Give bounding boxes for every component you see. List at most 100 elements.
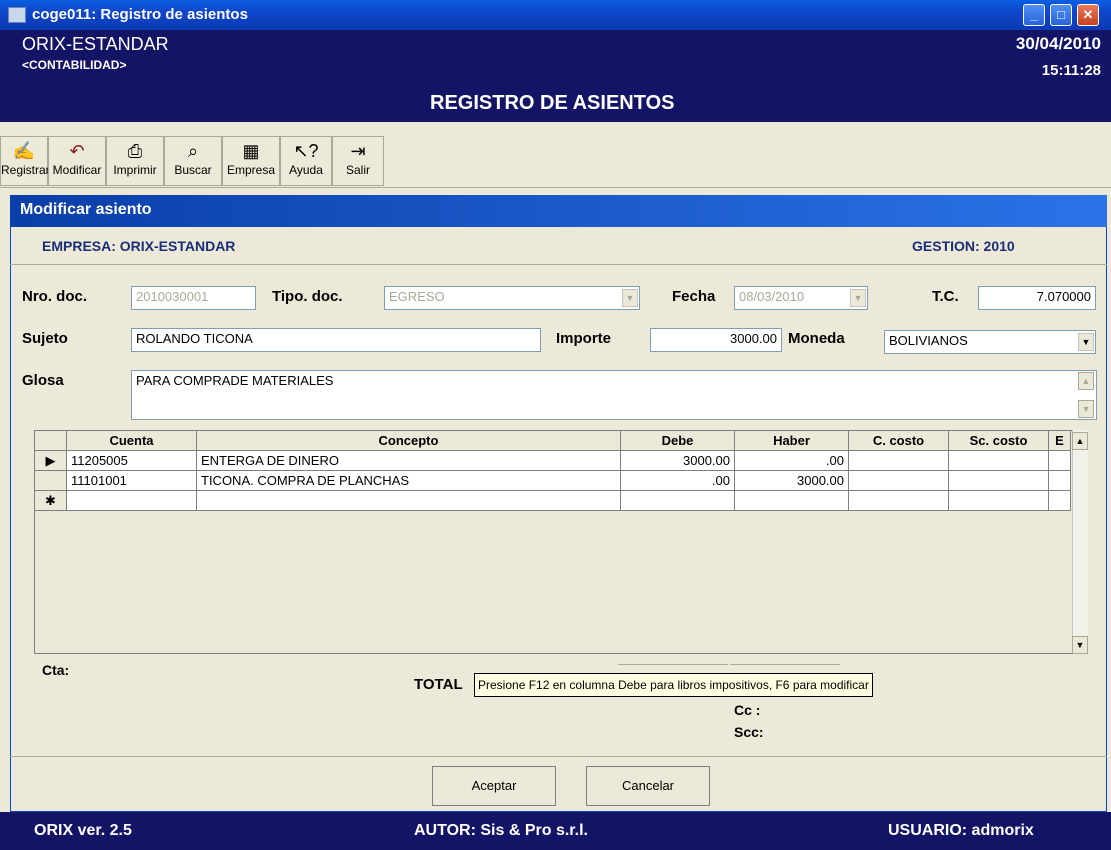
author-text: AUTOR: Sis & Pro s.r.l. bbox=[414, 822, 588, 839]
column-header-haber[interactable]: Haber bbox=[734, 430, 849, 451]
table-row[interactable]: 11101001 TICONA. COMPRA DE PLANCHAS .00 … bbox=[34, 470, 1071, 491]
cell-sccosto[interactable] bbox=[948, 450, 1049, 471]
minimize-button[interactable]: _ bbox=[1023, 4, 1045, 26]
cell-sccosto[interactable] bbox=[948, 490, 1049, 511]
building-icon: ▦ bbox=[242, 141, 260, 161]
cell-concepto[interactable] bbox=[196, 490, 621, 511]
divider bbox=[10, 756, 1107, 757]
row-selector-header bbox=[34, 430, 67, 451]
help-icon: ↖? bbox=[293, 141, 319, 161]
maximize-button[interactable]: □ bbox=[1050, 4, 1072, 26]
table-row[interactable]: ✱ bbox=[34, 490, 1071, 511]
tipo-doc-label: Tipo. doc. bbox=[272, 288, 343, 305]
importe-field[interactable]: 3000.00 bbox=[650, 328, 782, 352]
app-icon bbox=[8, 7, 26, 23]
accept-button[interactable]: Aceptar bbox=[432, 766, 556, 806]
company-name: ORIX-ESTANDAR bbox=[22, 34, 169, 54]
status-bar: ORIX ver. 2.5 AUTOR: Sis & Pro s.r.l. US… bbox=[0, 812, 1111, 850]
gestion-label: GESTION: 2010 bbox=[912, 238, 1015, 254]
cell-debe[interactable]: 3000.00 bbox=[620, 450, 735, 471]
cc-label: Cc : bbox=[734, 702, 761, 718]
cell-haber[interactable] bbox=[734, 490, 849, 511]
current-row-icon[interactable]: ▶ bbox=[34, 450, 67, 471]
cta-label: Cta: bbox=[42, 662, 70, 678]
scroll-down-icon[interactable]: ▼ bbox=[1072, 636, 1088, 654]
sujeto-field[interactable]: ROLANDO TICONA bbox=[131, 328, 541, 352]
imprimir-button[interactable]: ⎙ Imprimir bbox=[106, 136, 164, 186]
cell-haber[interactable]: .00 bbox=[734, 450, 849, 471]
chevron-down-icon[interactable]: ▼ bbox=[622, 289, 638, 307]
window-titlebar[interactable]: coge011: Registro de asientos _ □ ✕ bbox=[0, 0, 1111, 30]
nro-doc-label: Nro. doc. bbox=[22, 288, 88, 305]
scc-label: Scc: bbox=[734, 724, 764, 740]
chevron-down-icon[interactable]: ▼ bbox=[1078, 333, 1094, 351]
help-tooltip: Presione F12 en columna Debe para libros… bbox=[474, 673, 873, 697]
undo-icon: ↶ bbox=[69, 141, 85, 161]
entries-table[interactable]: Cuenta Concepto Debe Haber C. costo Sc. … bbox=[34, 430, 1071, 511]
pencil-icon: ✍ bbox=[12, 141, 36, 161]
ayuda-button[interactable]: ↖? Ayuda bbox=[280, 136, 332, 186]
cell-cuenta[interactable]: 11205005 bbox=[66, 450, 197, 471]
cell-cuenta[interactable]: 11101001 bbox=[66, 470, 197, 491]
tipo-doc-select[interactable]: EGRESO bbox=[384, 286, 640, 310]
empresa-label: EMPRESA: ORIX-ESTANDAR bbox=[42, 238, 236, 254]
registrar-button[interactable]: ✍ Registrar bbox=[0, 136, 50, 186]
scroll-down-icon[interactable]: ▼ bbox=[1078, 400, 1094, 418]
modificar-button[interactable]: ↶ Modificar bbox=[48, 136, 106, 186]
sujeto-label: Sujeto bbox=[22, 330, 68, 347]
current-time: 15:11:28 bbox=[1041, 62, 1101, 79]
buscar-button[interactable]: ⌕ Buscar bbox=[164, 136, 222, 186]
column-header-e[interactable]: E bbox=[1048, 430, 1071, 451]
moneda-label: Moneda bbox=[788, 330, 845, 347]
column-header-concepto[interactable]: Concepto bbox=[196, 430, 621, 451]
cell-e[interactable] bbox=[1048, 470, 1071, 491]
column-header-sccosto[interactable]: Sc. costo bbox=[948, 430, 1049, 451]
fecha-field[interactable]: 08/03/2010 bbox=[734, 286, 868, 310]
fecha-label: Fecha bbox=[672, 288, 716, 305]
cell-ccosto[interactable] bbox=[848, 490, 949, 511]
cell-ccosto[interactable] bbox=[848, 450, 949, 471]
row-selector[interactable] bbox=[34, 470, 67, 491]
grid-scrollbar[interactable] bbox=[1072, 430, 1088, 654]
window-title: coge011: Registro de asientos bbox=[32, 6, 248, 23]
column-header-debe[interactable]: Debe bbox=[620, 430, 735, 451]
salir-button[interactable]: ⇥ Salir bbox=[332, 136, 384, 186]
cell-concepto[interactable]: TICONA. COMPRA DE PLANCHAS bbox=[196, 470, 621, 491]
app-header: ORIX-ESTANDAR <CONTABILIDAD> REGISTRO DE… bbox=[0, 30, 1111, 122]
cell-concepto[interactable]: ENTERGA DE DINERO bbox=[196, 450, 621, 471]
empresa-button[interactable]: ▦ Empresa bbox=[222, 136, 280, 186]
column-header-ccosto[interactable]: C. costo bbox=[848, 430, 949, 451]
glosa-textarea[interactable]: PARA COMPRADE MATERIALES bbox=[131, 370, 1097, 420]
tc-field[interactable]: 7.070000 bbox=[978, 286, 1096, 310]
current-date: 30/04/2010 bbox=[1015, 34, 1101, 53]
cell-e[interactable] bbox=[1048, 450, 1071, 471]
tc-label: T.C. bbox=[932, 288, 959, 305]
cell-e[interactable] bbox=[1048, 490, 1071, 511]
cell-debe[interactable]: .00 bbox=[620, 470, 735, 491]
scroll-up-icon[interactable]: ▲ bbox=[1072, 432, 1088, 450]
close-button[interactable]: ✕ bbox=[1077, 4, 1099, 26]
scroll-up-icon[interactable]: ▲ bbox=[1078, 372, 1094, 390]
column-header-cuenta[interactable]: Cuenta bbox=[66, 430, 197, 451]
nro-doc-field[interactable]: 2010030001 bbox=[131, 286, 256, 310]
cell-haber[interactable]: 3000.00 bbox=[734, 470, 849, 491]
importe-label: Importe bbox=[556, 330, 612, 347]
user-text: USUARIO: admorix bbox=[888, 822, 1034, 839]
glosa-label: Glosa bbox=[22, 372, 64, 389]
cell-ccosto[interactable] bbox=[848, 470, 949, 491]
cancel-button[interactable]: Cancelar bbox=[586, 766, 710, 806]
cell-cuenta[interactable] bbox=[66, 490, 197, 511]
total-label: TOTAL bbox=[414, 676, 463, 693]
cell-debe[interactable] bbox=[620, 490, 735, 511]
table-row[interactable]: ▶ 11205005 ENTERGA DE DINERO 3000.00 .00 bbox=[34, 450, 1071, 471]
page-title: REGISTRO DE ASIENTOS bbox=[430, 92, 675, 114]
cell-sccosto[interactable] bbox=[948, 470, 1049, 491]
binoculars-icon: ⌕ bbox=[187, 141, 199, 161]
chevron-down-icon[interactable]: ▼ bbox=[850, 289, 866, 307]
dialog-title: Modificar asiento bbox=[10, 195, 1107, 227]
module-name: <CONTABILIDAD> bbox=[22, 58, 127, 72]
printer-icon: ⎙ bbox=[127, 141, 143, 161]
version-text: ORIX ver. 2.5 bbox=[34, 822, 132, 839]
new-row-icon[interactable]: ✱ bbox=[34, 490, 67, 511]
moneda-select[interactable]: BOLIVIANOS bbox=[884, 330, 1096, 354]
